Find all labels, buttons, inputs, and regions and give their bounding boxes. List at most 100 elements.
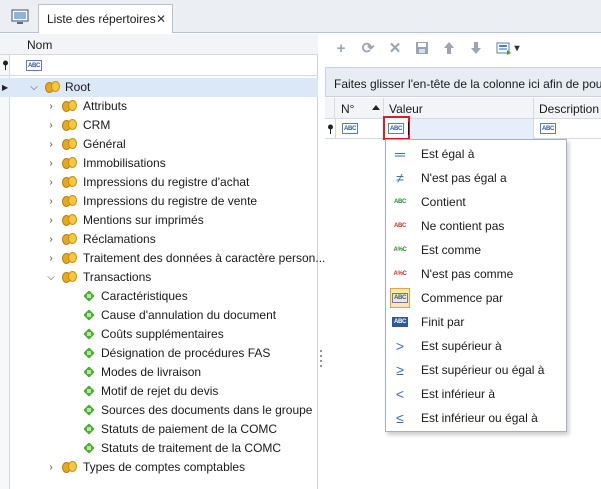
tree-node-leaf[interactable]: Désignation de procédures FAS — [0, 344, 318, 363]
menu-item-not-equal[interactable]: ≠ N'est pas égal a — [386, 166, 566, 190]
menu-item-label: N'est pas comme — [421, 267, 514, 281]
expand-icon[interactable]: › — [46, 215, 56, 226]
splitter-handle[interactable] — [320, 350, 323, 370]
collapse-icon[interactable]: ⌵ — [46, 272, 56, 283]
folder-icon — [62, 271, 78, 283]
menu-item-equals[interactable]: ═ Est égal à — [386, 142, 566, 166]
filter-cell-value[interactable]: ABC — [383, 116, 534, 140]
greater-equal-icon: ≥ — [396, 362, 404, 378]
tree-node-folder[interactable]: › Général — [0, 135, 318, 154]
menu-item-ends-with[interactable]: ABC Finit par — [386, 310, 566, 334]
menu-icon-wrap: ≥ — [390, 360, 410, 380]
menu-item-label: N'est pas égal a — [421, 171, 507, 185]
tree-node-label: Immobilisations — [83, 156, 166, 170]
item-icon — [84, 348, 94, 358]
tree-node-leaf[interactable]: Motif de rejet du devis — [0, 382, 318, 401]
menu-item-contains[interactable]: ABC Contient — [386, 190, 566, 214]
menu-item-begins-with[interactable]: ABC Commence par — [386, 286, 566, 310]
menu-item-like[interactable]: A%C Est comme — [386, 238, 566, 262]
folder-icon — [62, 176, 78, 188]
filter-cell-description[interactable]: ABC — [534, 119, 601, 139]
tree-node-folder[interactable]: › Traitement des données à caractère pers… — [0, 249, 325, 268]
tree-node-leaf[interactable]: Statuts de traitement de la COMC — [0, 439, 318, 458]
tree-node-leaf[interactable]: Coûts supplémentaires — [0, 325, 318, 344]
folder-icon — [62, 119, 78, 131]
menu-item-not-contains[interactable]: ABC Ne contient pas — [386, 214, 566, 238]
expand-icon[interactable]: › — [46, 462, 56, 473]
move-down-icon[interactable] — [468, 40, 484, 56]
menu-item-not-like[interactable]: A%C N'est pas comme — [386, 262, 566, 286]
tree-filter-row[interactable]: ABC — [0, 55, 318, 76]
expand-icon[interactable]: › — [46, 177, 56, 188]
expand-icon[interactable]: › — [46, 158, 56, 169]
menu-item-label: Est inférieur à — [421, 387, 496, 401]
export-icon[interactable]: ▾ — [495, 40, 521, 56]
menu-item-greater[interactable]: > Est supérieur à — [386, 334, 566, 358]
refresh-icon[interactable]: ⟳ — [360, 40, 376, 57]
abc-filter-icon[interactable]: ABC — [342, 123, 358, 134]
contains-icon: ABC — [393, 199, 407, 205]
abc-filter-icon[interactable]: ABC — [540, 123, 556, 134]
filter-operator-button[interactable]: ABC — [383, 116, 410, 140]
tree-node-label: Impressions du registre d'achat — [83, 175, 250, 189]
column-description-label: Description — [539, 101, 600, 116]
tab-home[interactable] — [4, 5, 36, 29]
save-icon[interactable] — [414, 40, 430, 56]
menu-item-greater-equal[interactable]: ≥ Est supérieur ou égal à — [386, 358, 566, 382]
expand-icon[interactable]: › — [46, 120, 56, 131]
tree-node-leaf[interactable]: Caractéristiques — [0, 287, 318, 306]
column-header-nom[interactable]: Nom — [27, 38, 52, 52]
menu-item-less[interactable]: < Est inférieur à — [386, 382, 566, 406]
group-by-area[interactable]: Faites glisser l'en-tête de la colonne i… — [325, 67, 601, 97]
tree-node-label: Attributs — [83, 99, 128, 113]
tree-node-label: Cause d'annulation du document — [101, 308, 277, 322]
add-icon[interactable]: + — [333, 40, 349, 57]
menu-item-less-equal[interactable]: ≤ Est inférieur ou égal à — [386, 406, 566, 430]
less-equal-icon: ≤ — [396, 410, 404, 426]
tree-node-folder[interactable]: › CRM — [0, 116, 318, 135]
tree-node-folder[interactable]: › Attributs — [0, 97, 318, 116]
tree-node-folder[interactable]: › Immobilisations — [0, 154, 318, 173]
column-number-label: N° — [341, 101, 355, 116]
item-icon — [84, 291, 94, 301]
tree-node-label: Statuts de paiement de la COMC — [101, 422, 278, 436]
tree-node-label: Coûts supplémentaires — [101, 327, 224, 341]
tree-node-leaf[interactable]: Sources des documents dans le groupe — [0, 401, 318, 420]
abc-filter-icon[interactable]: ABC — [26, 60, 42, 71]
expand-icon[interactable]: › — [46, 196, 56, 207]
tab-liste-des-repertoires[interactable]: Liste des répertoires ✕ — [38, 4, 173, 33]
tree-node-folder[interactable]: › Réclamations — [0, 230, 318, 249]
delete-icon[interactable]: ✕ — [387, 40, 403, 57]
chevron-down-icon[interactable]: ▾ — [514, 43, 519, 54]
begins-with-icon: ABC — [388, 123, 404, 134]
like-icon: A%C — [393, 247, 407, 253]
tree-node-label: Motif de rejet du devis — [101, 384, 219, 398]
menu-item-label: Est comme — [421, 243, 482, 257]
expand-icon[interactable]: › — [46, 139, 56, 150]
expand-icon[interactable]: › — [46, 234, 56, 245]
move-up-icon[interactable] — [441, 40, 457, 56]
tree-node-folder[interactable]: ⌵ Transactions — [0, 268, 318, 287]
tree-node-leaf[interactable]: Modes de livraison — [0, 363, 318, 382]
filter-cell-number[interactable]: ABC — [336, 119, 384, 139]
column-header-description[interactable]: Description — [534, 98, 601, 119]
tree-node-leaf[interactable]: Statuts de paiement de la COMC — [0, 420, 318, 439]
tree-node-label: Statuts de traitement de la COMC — [101, 441, 282, 455]
row-indicator-icon: ▶ — [2, 83, 9, 92]
tree-node-leaf[interactable]: Cause d'annulation du document — [0, 306, 318, 325]
tree-node-folder[interactable]: › Types de comptes comptables — [0, 458, 318, 477]
tree-node-label: Général — [83, 137, 126, 151]
collapse-icon[interactable]: ⌵ — [29, 82, 39, 93]
close-icon[interactable]: ✕ — [156, 12, 166, 26]
pin-icon — [327, 124, 334, 136]
less-icon: < — [395, 386, 405, 402]
tree-node-folder[interactable]: › Impressions du registre d'achat — [0, 173, 318, 192]
expand-icon[interactable]: › — [46, 253, 56, 264]
tree-node-root[interactable]: ▶ ⌵ Root — [0, 78, 318, 97]
tree-node-folder[interactable]: › Impressions du registre de vente — [0, 192, 318, 211]
tree-node-folder[interactable]: › Mentions sur imprimés — [0, 211, 318, 230]
sort-ascending-icon — [372, 105, 380, 110]
column-header-number[interactable]: N° — [336, 98, 384, 119]
menu-icon-wrap: < — [390, 384, 410, 404]
expand-icon[interactable]: › — [46, 101, 56, 112]
